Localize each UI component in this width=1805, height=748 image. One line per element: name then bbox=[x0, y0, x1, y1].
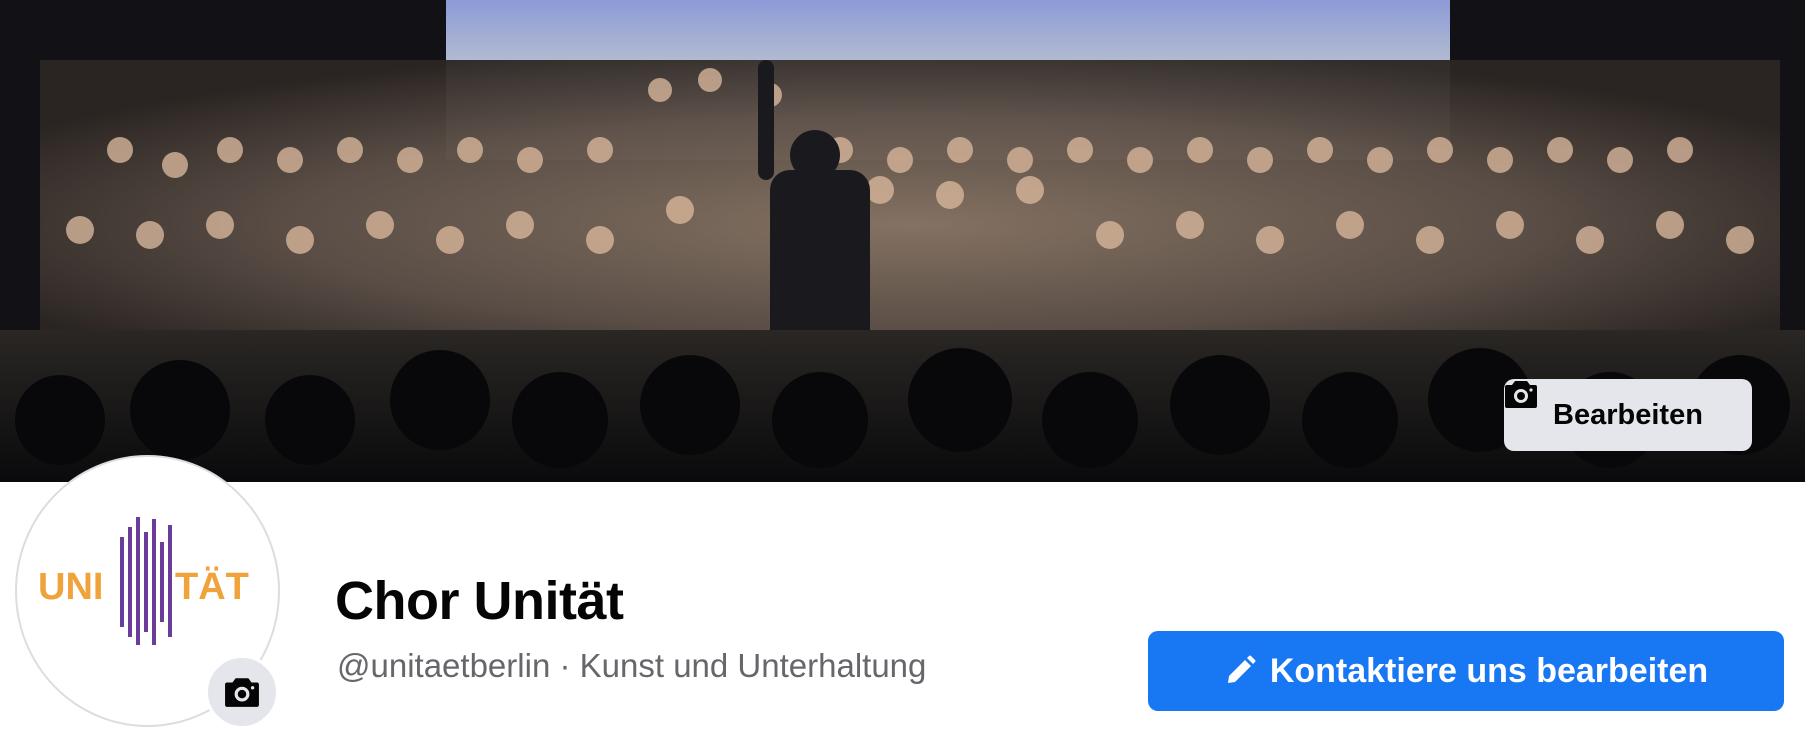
camera-icon bbox=[1505, 381, 1537, 408]
page-title: Chor Unität bbox=[335, 571, 624, 631]
pencil-icon bbox=[1227, 655, 1256, 683]
logo-text-right: TÄT bbox=[175, 565, 249, 608]
edit-cover-button[interactable]: Bearbeiten bbox=[1504, 379, 1752, 451]
meta-separator: · bbox=[559, 647, 571, 684]
logo-text-left: UNI bbox=[38, 566, 103, 608]
edit-contact-label: Kontaktiere uns bearbeiten bbox=[1269, 651, 1709, 690]
page-meta: @unitaetberlin · Kunst und Unterhaltung bbox=[337, 647, 926, 685]
update-avatar-button[interactable] bbox=[205, 655, 279, 729]
page-handle[interactable]: @unitaetberlin bbox=[337, 647, 550, 684]
camera-icon bbox=[225, 678, 259, 707]
cover-photo[interactable]: Bearbeiten bbox=[0, 0, 1805, 482]
edit-cover-label: Bearbeiten bbox=[1553, 398, 1703, 431]
page-category[interactable]: Kunst und Unterhaltung bbox=[580, 647, 927, 684]
edit-contact-button[interactable]: Kontaktiere uns bearbeiten bbox=[1148, 631, 1784, 711]
